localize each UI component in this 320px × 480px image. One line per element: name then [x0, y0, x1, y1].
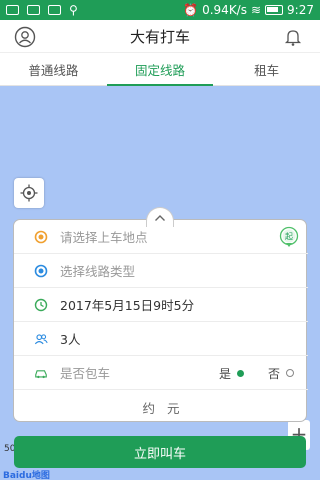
network-speed: 0.94K/s: [202, 3, 247, 17]
chevron-up-icon: [155, 214, 165, 221]
battery-icon: [265, 5, 284, 15]
baidu-map-logo: Baidu地图: [3, 468, 50, 480]
charter-row: 是否包车 是 否: [14, 356, 308, 390]
charter-label: 是否包车: [60, 366, 111, 381]
usb-icon: ⚲: [69, 3, 78, 17]
clock-icon: [34, 298, 48, 312]
charter-yes-option[interactable]: 是: [219, 365, 244, 382]
route-tabs: 普通线路 固定线路 租车: [0, 52, 320, 86]
price-text: 约 元: [142, 400, 180, 416]
car-icon: [34, 366, 48, 380]
tab-car-rental[interactable]: 租车: [213, 53, 320, 85]
charter-options: 是 否: [201, 356, 294, 390]
alarm-icon: ⏰: [183, 3, 199, 17]
logo-text-b: du地图: [19, 471, 50, 480]
grid-icon: [48, 5, 61, 15]
app-header: 大有打车: [0, 20, 320, 52]
call-car-button[interactable]: 立即叫车: [14, 436, 306, 468]
pickup-dot-icon: [34, 230, 48, 244]
route-dot-icon: [34, 264, 48, 278]
start-pin-label: 起: [285, 232, 293, 241]
tab-normal-route[interactable]: 普通线路: [0, 53, 107, 85]
route-type-placeholder: 选择线路类型: [60, 264, 136, 279]
pickup-placeholder: 请选择上车地点: [60, 230, 148, 245]
passengers-icon: [34, 332, 48, 346]
logo-text-a: Bai: [3, 471, 20, 480]
route-type-row[interactable]: 选择线路类型: [14, 254, 308, 288]
image-icon: [27, 5, 40, 15]
bell-icon[interactable]: [282, 26, 304, 48]
tab-fixed-route[interactable]: 固定线路: [106, 53, 214, 86]
passengers-row[interactable]: 3人: [14, 322, 308, 356]
status-bar: ⚲ ⏰ 0.94K/s ≋ 9:27: [0, 0, 320, 20]
notification-icon: [6, 5, 19, 15]
charter-yes-label: 是: [218, 366, 231, 381]
page-title: 大有打车: [129, 27, 190, 46]
start-pin-icon: 起: [278, 226, 300, 248]
datetime-value: 2017年5月15日9时5分: [60, 298, 195, 313]
status-icons-right: ⏰ 0.94K/s ≋ 9:27: [183, 3, 314, 17]
radio-unselected-icon: [286, 369, 294, 377]
passengers-value: 3人: [60, 332, 81, 347]
price-row: 约 元: [14, 390, 308, 424]
datetime-row[interactable]: 2017年5月15日9时5分: [14, 288, 308, 322]
charter-no-label: 否: [267, 366, 280, 381]
locate-button[interactable]: [14, 178, 44, 208]
profile-icon[interactable]: [14, 26, 36, 48]
wifi-icon: ≋: [250, 3, 262, 17]
radio-selected-icon: [236, 369, 244, 377]
collapse-card-button[interactable]: [146, 207, 174, 227]
status-icons-left: ⚲: [6, 3, 78, 17]
clock: 9:27: [287, 3, 314, 17]
booking-card: 请选择上车地点 起 选择线路类型 2017年5月15日9时5分 3人 是否包车 …: [13, 219, 308, 424]
locate-icon: [20, 184, 38, 202]
charter-no-option[interactable]: 否: [268, 365, 294, 382]
